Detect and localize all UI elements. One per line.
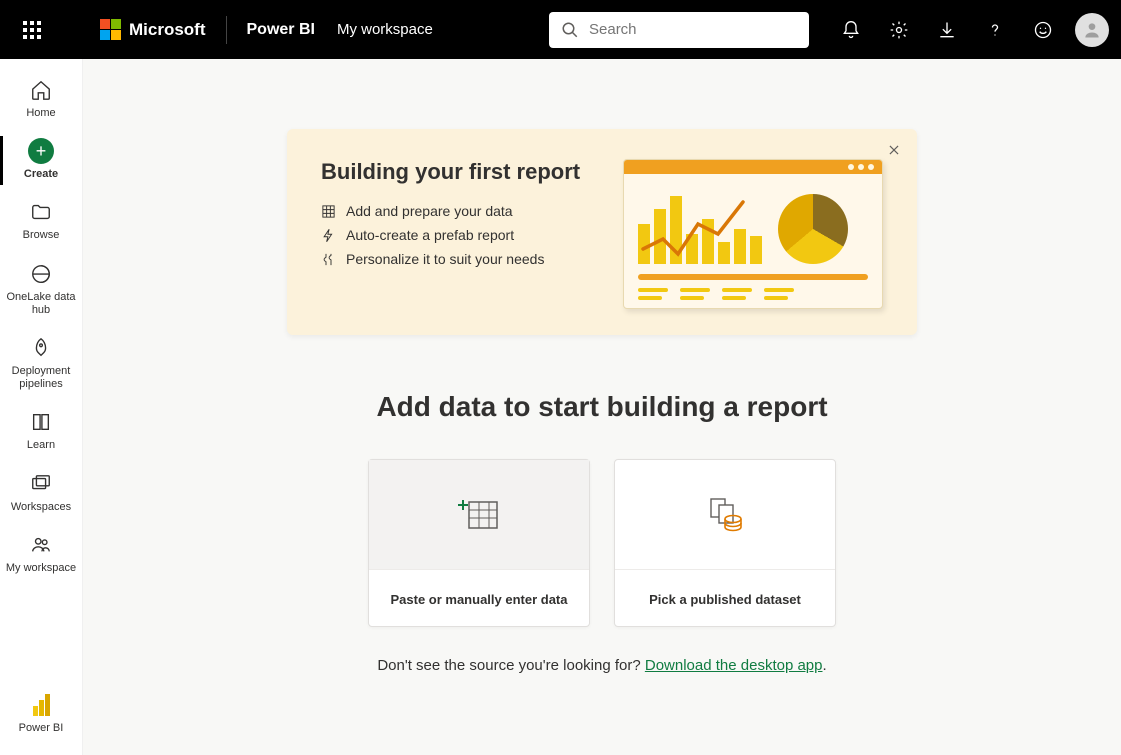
banner-step-3: Personalize it to suit your needs (321, 251, 613, 267)
main-content: Building your first report Add and prepa… (83, 59, 1121, 755)
banner-step-2: Auto-create a prefab report (321, 227, 613, 243)
nav-home[interactable]: Home (0, 69, 83, 130)
book-icon (30, 411, 52, 433)
line-overlay (638, 194, 753, 264)
home-icon (30, 79, 52, 101)
nav-my-workspace[interactable]: My workspace (0, 524, 83, 585)
customize-icon (321, 252, 336, 267)
plus-circle-icon: + (28, 138, 54, 164)
dataset-icon (703, 495, 747, 535)
microsoft-logo[interactable]: Microsoft (100, 19, 206, 40)
nav-deployment[interactable]: Deployment pipelines (0, 327, 83, 401)
rocket-icon (30, 337, 52, 359)
search-icon (561, 21, 579, 39)
first-report-banner: Building your first report Add and prepa… (287, 129, 917, 335)
footer-text: Don't see the source you're looking for?… (83, 657, 1121, 674)
top-header: Microsoft Power BI My workspace (0, 0, 1121, 59)
nav-create[interactable]: + Create (0, 130, 83, 191)
smiley-icon (1033, 20, 1053, 40)
person-icon (1082, 20, 1102, 40)
enter-data-icon (457, 496, 501, 534)
lightning-icon (321, 228, 336, 243)
banner-step-1: Add and prepare your data (321, 203, 613, 219)
card-pick-dataset[interactable]: Pick a published dataset (614, 459, 836, 627)
search-input[interactable] (589, 21, 797, 38)
account-avatar[interactable] (1075, 13, 1109, 47)
feedback-button[interactable] (1021, 8, 1065, 52)
download-desktop-link[interactable]: Download the desktop app (645, 657, 823, 674)
product-name[interactable]: Power BI (247, 21, 315, 39)
bell-icon (841, 20, 861, 40)
banner-illustration (623, 159, 883, 309)
section-heading: Add data to start building a report (83, 391, 1121, 423)
card-label: Paste or manually enter data (369, 570, 589, 628)
header-divider (226, 16, 227, 44)
banner-close-button[interactable] (887, 143, 901, 157)
nav-onelake[interactable]: OneLake data hub (0, 253, 83, 327)
powerbi-icon (33, 694, 50, 716)
folder-icon (30, 201, 52, 223)
nav-powerbi[interactable]: Power BI (0, 684, 83, 745)
download-button[interactable] (925, 8, 969, 52)
download-icon (937, 20, 957, 40)
help-button[interactable] (973, 8, 1017, 52)
nav-learn[interactable]: Learn (0, 401, 83, 462)
brand-text: Microsoft (129, 20, 206, 40)
people-icon (30, 534, 52, 556)
waffle-icon (23, 21, 41, 39)
app-launcher-button[interactable] (12, 10, 52, 50)
workspace-breadcrumb[interactable]: My workspace (337, 21, 433, 38)
search-box[interactable] (549, 12, 809, 48)
left-nav: Home + Create Browse OneLake data hub De… (0, 59, 83, 755)
question-icon (985, 20, 1005, 40)
card-paste-data[interactable]: Paste or manually enter data (368, 459, 590, 627)
nav-workspaces[interactable]: Workspaces (0, 463, 83, 524)
nav-browse[interactable]: Browse (0, 191, 83, 252)
table-icon (321, 204, 336, 219)
card-label: Pick a published dataset (615, 570, 835, 628)
workspaces-icon (30, 473, 52, 495)
banner-title: Building your first report (321, 159, 613, 185)
gear-icon (889, 20, 909, 40)
close-icon (887, 143, 901, 157)
settings-button[interactable] (877, 8, 921, 52)
onelake-icon (30, 263, 52, 285)
notifications-button[interactable] (829, 8, 873, 52)
